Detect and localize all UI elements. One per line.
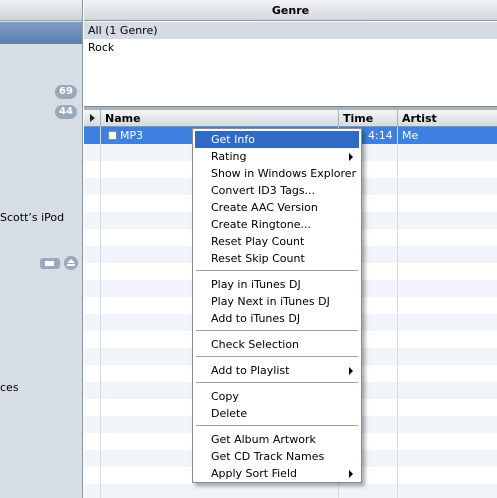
menu-item-label: Apply Sort Field [211, 467, 297, 480]
menu-item-create-aac-version[interactable]: Create AAC Version [195, 199, 359, 216]
menu-separator [196, 330, 358, 331]
battery-icon [40, 257, 60, 269]
menu-item-label: Create Ringtone... [211, 218, 311, 231]
expand-arrow-icon[interactable] [84, 110, 100, 127]
menu-item-label: Add to Playlist [211, 364, 290, 377]
track-checkbox[interactable] [108, 131, 117, 140]
table-row [84, 484, 497, 498]
menu-separator [196, 270, 358, 271]
sidebar-item-devices[interactable]: ces [0, 381, 19, 394]
menu-item-rating[interactable]: Rating [195, 148, 359, 165]
menu-item-add-to-itunes-dj[interactable]: Add to iTunes DJ [195, 310, 359, 327]
menu-item-get-album-artwork[interactable]: Get Album Artwork [195, 431, 359, 448]
sidebar-item-ipod[interactable]: Scott’s iPod [0, 211, 64, 224]
submenu-arrow-icon [349, 470, 353, 478]
menu-item-delete[interactable]: Delete [195, 405, 359, 422]
menu-item-label: Copy [211, 390, 239, 403]
menu-item-label: Create AAC Version [211, 201, 318, 214]
menu-item-play-next-in-itunes-dj[interactable]: Play Next in iTunes DJ [195, 293, 359, 310]
menu-item-get-cd-track-names[interactable]: Get CD Track Names [195, 448, 359, 465]
menu-separator [196, 382, 358, 383]
menu-item-show-in-windows-explorer[interactable]: Show in Windows Explorer [195, 165, 359, 182]
track-list-header: Name Time Artist [84, 110, 497, 127]
count-badge: 44 [55, 105, 77, 119]
menu-item-label: Play in iTunes DJ [211, 278, 301, 291]
name-column-header[interactable]: Name [100, 110, 338, 127]
genre-item-all[interactable]: All (1 Genre) [84, 22, 497, 39]
menu-item-label: Play Next in iTunes DJ [211, 295, 330, 308]
genre-list: All (1 Genre) Rock [84, 22, 497, 106]
artist-column-header[interactable]: Artist [397, 110, 497, 127]
menu-separator [196, 356, 358, 357]
menu-item-label: Convert ID3 Tags... [211, 184, 316, 197]
menu-item-add-to-playlist[interactable]: Add to Playlist [195, 362, 359, 379]
menu-item-copy[interactable]: Copy [195, 388, 359, 405]
time-column-header[interactable]: Time [338, 110, 397, 127]
menu-item-label: Check Selection [211, 338, 300, 351]
menu-item-reset-play-count[interactable]: Reset Play Count [195, 233, 359, 250]
genre-item-rock[interactable]: Rock [84, 39, 497, 56]
track-artist: Me [402, 129, 419, 142]
menu-item-convert-id3-tags[interactable]: Convert ID3 Tags... [195, 182, 359, 199]
menu-item-label: Get CD Track Names [211, 450, 325, 463]
menu-item-label: Reset Play Count [211, 235, 305, 248]
sidebar-selected-item[interactable] [0, 22, 82, 44]
track-name: MP3 [120, 129, 144, 142]
menu-item-label: Get Album Artwork [211, 433, 316, 446]
menu-item-label: Show in Windows Explorer [211, 167, 357, 180]
eject-icon[interactable] [64, 256, 78, 270]
sidebar-header [0, 0, 82, 21]
menu-item-label: Reset Skip Count [211, 252, 305, 265]
menu-item-create-ringtone[interactable]: Create Ringtone... [195, 216, 359, 233]
menu-item-reset-skip-count[interactable]: Reset Skip Count [195, 250, 359, 267]
submenu-arrow-icon [349, 153, 353, 161]
menu-item-label: Rating [211, 150, 247, 163]
count-badge: 69 [55, 85, 77, 99]
genre-column-header[interactable]: Genre [84, 0, 497, 21]
menu-item-label: Get Info [211, 133, 255, 146]
column-divider [100, 127, 101, 498]
column-divider [397, 127, 398, 498]
submenu-arrow-icon [349, 367, 353, 375]
menu-item-check-selection[interactable]: Check Selection [195, 336, 359, 353]
sidebar: 69 44 Scott’s iPod ces [0, 0, 83, 498]
menu-item-get-info[interactable]: Get Info [195, 131, 359, 148]
menu-separator [196, 425, 358, 426]
menu-item-apply-sort-field[interactable]: Apply Sort Field [195, 465, 359, 482]
menu-item-label: Add to iTunes DJ [211, 312, 301, 325]
track-time: 4:14 [368, 129, 393, 142]
context-menu: Get Info Rating Show in Windows Explorer… [192, 128, 362, 483]
menu-item-play-in-itunes-dj[interactable]: Play in iTunes DJ [195, 276, 359, 293]
menu-item-label: Delete [211, 407, 248, 420]
